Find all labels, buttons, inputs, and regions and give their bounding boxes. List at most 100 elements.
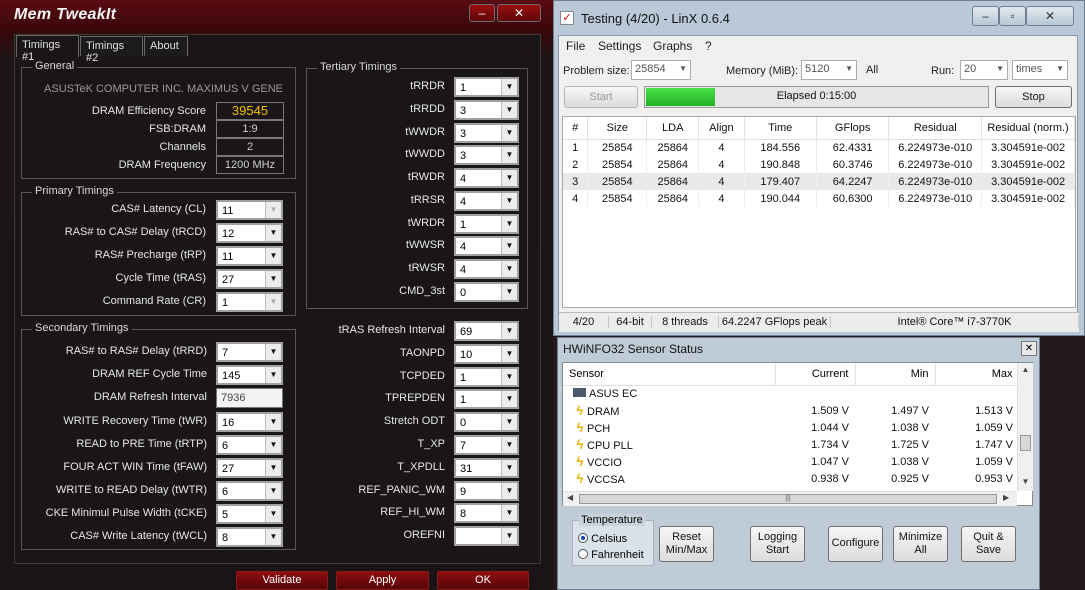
minimize-button[interactable]: – (469, 4, 495, 22)
chevron-down-icon[interactable]: ▼ (265, 271, 281, 287)
chevron-down-icon[interactable]: ▼ (265, 506, 281, 522)
column-header[interactable]: # (563, 117, 589, 140)
timing-dropdown[interactable]: 10 ▼ (454, 344, 519, 364)
timing-dropdown[interactable]: 3 ▼ (454, 100, 519, 120)
timing-dropdown[interactable]: 4 ▼ (454, 191, 519, 211)
table-row[interactable]: 3 25854 25864 4 179.407 64.2247 6.224973e-010 3… (563, 173, 1075, 190)
celsius-radio[interactable]: Celsius (578, 533, 627, 545)
chevron-down-icon[interactable]: ▼ (265, 367, 281, 383)
column-header[interactable]: Time (744, 117, 817, 140)
chevron-down-icon[interactable]: ▼ (265, 414, 281, 430)
close-button[interactable]: ✕ (1026, 6, 1074, 26)
tab-timings-1[interactable]: Timings #1 (16, 35, 79, 63)
column-header[interactable]: LDA (646, 117, 700, 140)
timing-dropdown[interactable]: 145 ▼ (216, 365, 283, 385)
maximize-button[interactable]: ▫ (999, 6, 1026, 26)
timing-dropdown[interactable]: ▼ (454, 526, 519, 546)
chevron-down-icon[interactable]: ▼ (501, 125, 517, 141)
problem-size-combo[interactable]: 25854 ▼ (631, 60, 691, 80)
chevron-down-icon[interactable]: ▼ (501, 102, 517, 118)
all-checkbox-label[interactable]: All (866, 64, 878, 76)
chevron-down-icon[interactable]: ▼ (501, 437, 517, 453)
timing-dropdown[interactable]: 12 ▼ (216, 223, 283, 243)
chevron-left-icon[interactable]: ◀ (567, 493, 573, 502)
chevron-down-icon[interactable]: ▼ (265, 437, 281, 453)
sensor-row[interactable]: ϟ DRAM 1.509 V 1.497 V 1.513 V (563, 402, 1019, 419)
minimize-button[interactable]: – (972, 6, 999, 26)
menu-settings[interactable]: Settings (598, 39, 641, 53)
start-button[interactable]: Start (564, 86, 638, 108)
timing-dropdown[interactable]: 1 ▼ (216, 292, 283, 312)
close-button[interactable]: ✕ (1021, 341, 1037, 356)
timing-dropdown[interactable]: 11 ▼ (216, 246, 283, 266)
timing-dropdown[interactable]: 1 ▼ (454, 389, 519, 409)
memory-combo[interactable]: 5120 ▼ (801, 60, 857, 80)
timing-dropdown[interactable]: 5 ▼ (216, 504, 283, 524)
scroll-thumb[interactable] (1020, 435, 1031, 451)
chevron-down-icon[interactable]: ▼ (265, 483, 281, 499)
sensor-row[interactable]: ϟ VCCIO 1.047 V 1.038 V 1.059 V (563, 453, 1019, 470)
timing-dropdown[interactable]: 6 ▼ (216, 435, 283, 455)
timing-dropdown[interactable]: 8 ▼ (454, 503, 519, 523)
timing-dropdown[interactable]: 4 ▼ (454, 168, 519, 188)
timing-dropdown[interactable]: 0 ▼ (454, 282, 519, 302)
tab-timings-2[interactable]: Timings #2 (80, 36, 143, 64)
chevron-down-icon[interactable]: ▼ (501, 528, 517, 544)
timing-dropdown[interactable]: 6 ▼ (216, 481, 283, 501)
chevron-down-icon[interactable]: ▼ (501, 483, 517, 499)
column-header[interactable]: Align (698, 117, 745, 140)
chevron-down-icon[interactable]: ▼ (501, 216, 517, 232)
chevron-down-icon[interactable]: ▼ (265, 344, 281, 360)
chevron-down-icon[interactable]: ▼ (501, 147, 517, 163)
menu-file[interactable]: File (566, 39, 585, 53)
column-header[interactable]: Min (855, 363, 936, 386)
minimize-all-button[interactable]: Minimize All (893, 526, 948, 562)
chevron-down-icon[interactable]: ▼ (501, 346, 517, 362)
chevron-down-icon[interactable]: ▼ (501, 284, 517, 300)
logging-start-button[interactable]: Logging Start (750, 526, 805, 562)
chevron-down-icon[interactable]: ▼ (501, 238, 517, 254)
timing-dropdown[interactable]: 4 ▼ (454, 236, 519, 256)
timing-dropdown[interactable]: 7 ▼ (216, 342, 283, 362)
column-header[interactable]: GFlops (816, 117, 890, 140)
scroll-thumb[interactable]: ||| (579, 494, 997, 504)
timing-dropdown[interactable]: 27 ▼ (216, 458, 283, 478)
chevron-down-icon[interactable]: ▼ (501, 323, 517, 339)
chevron-down-icon[interactable]: ▼ (1019, 477, 1032, 486)
chevron-down-icon[interactable]: ▼ (501, 460, 517, 476)
fahrenheit-radio[interactable]: Fahrenheit (578, 549, 644, 561)
timing-dropdown[interactable]: 27 ▼ (216, 269, 283, 289)
timing-dropdown[interactable]: 1 ▼ (454, 367, 519, 387)
column-header[interactable]: Size (587, 117, 648, 140)
validate-button[interactable]: Validate (236, 571, 328, 590)
table-row[interactable]: 2 25854 25864 4 190.848 60.3746 6.224973e-010 3… (563, 156, 1075, 173)
sensor-row[interactable]: ϟ PCH 1.044 V 1.038 V 1.059 V (563, 419, 1019, 436)
sensor-row[interactable]: ϟ CPU PLL 1.734 V 1.725 V 1.747 V (563, 436, 1019, 453)
apply-button[interactable]: Apply (336, 571, 429, 590)
sensor-row[interactable]: ϟ VCCSA 0.938 V 0.925 V 0.953 V (563, 470, 1019, 487)
ok-button[interactable]: OK (437, 571, 529, 590)
run-combo[interactable]: 20 ▼ (960, 60, 1008, 80)
table-row[interactable]: 1 25854 25864 4 184.556 62.4331 6.224973e-010 3… (563, 139, 1075, 156)
chevron-down-icon[interactable]: ▼ (265, 202, 281, 218)
timing-dropdown[interactable]: 16 ▼ (216, 412, 283, 432)
stop-button[interactable]: Stop (995, 86, 1072, 108)
column-header[interactable]: Current (775, 363, 856, 386)
chevron-down-icon[interactable]: ▼ (501, 193, 517, 209)
chevron-down-icon[interactable]: ▼ (501, 391, 517, 407)
times-combo[interactable]: times ▼ (1012, 60, 1068, 80)
chevron-down-icon[interactable]: ▼ (501, 505, 517, 521)
timing-dropdown[interactable]: 3 ▼ (454, 145, 519, 165)
timing-dropdown[interactable]: 1 ▼ (454, 77, 519, 97)
timing-dropdown[interactable]: 9 ▼ (454, 481, 519, 501)
timing-dropdown[interactable]: 69 ▼ (454, 321, 519, 341)
quit-save-button[interactable]: Quit & Save (961, 526, 1016, 562)
menu-help[interactable]: ? (705, 39, 712, 53)
tab-about[interactable]: About (144, 36, 188, 56)
vertical-scrollbar[interactable]: ▲ ▼ (1017, 363, 1033, 491)
chevron-down-icon[interactable]: ▼ (501, 261, 517, 277)
timing-dropdown[interactable]: 1 ▼ (454, 214, 519, 234)
timing-dropdown[interactable]: 3 ▼ (454, 123, 519, 143)
timing-dropdown[interactable]: 8 ▼ (216, 527, 283, 547)
timing-dropdown[interactable]: 11 ▼ (216, 200, 283, 220)
